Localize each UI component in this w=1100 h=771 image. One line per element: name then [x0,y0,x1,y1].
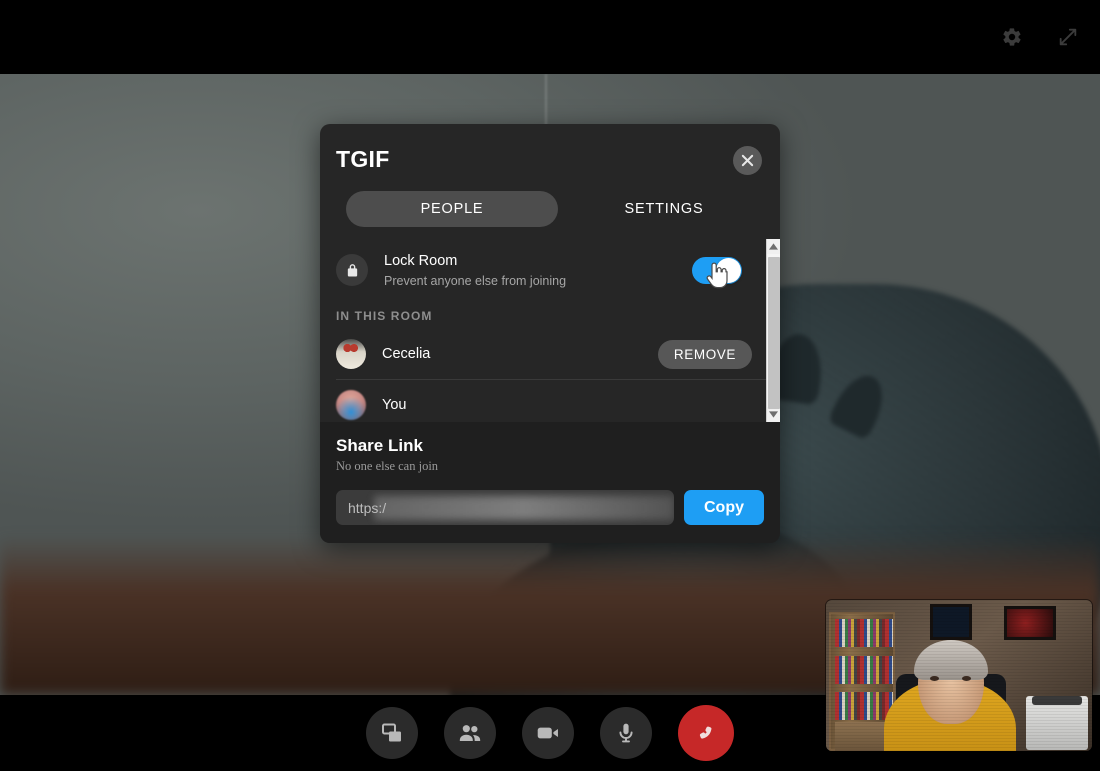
share-url-value: https:/ [348,499,387,516]
wall-picture-frame [1004,606,1056,640]
list-item[interactable]: You [336,379,766,422]
self-view-thumbnail[interactable] [826,600,1092,751]
share-link-section: Share Link No one else can join https:/ … [320,422,780,543]
hangup-icon [699,726,712,739]
remove-button[interactable]: REMOVE [657,339,752,369]
lock-room-title: Lock Room [384,253,458,270]
hangup-button[interactable] [678,705,734,761]
toggle-knob [716,257,741,283]
people-button[interactable] [444,707,496,759]
people-icon [459,725,481,742]
person-name: Cecelia [382,346,431,362]
tab-people[interactable]: PEOPLE [346,191,558,227]
list-item[interactable]: Cecelia REMOVE [336,329,766,379]
person-name: You [382,396,407,413]
room-dialog: TGIF PEOPLE SETTINGS Lock Room Prevent a… [320,124,780,543]
dialog-tabs: PEOPLE SETTINGS [346,191,770,227]
settings-gear-icon[interactable] [992,17,1032,57]
tab-settings[interactable]: SETTINGS [558,191,770,227]
copy-button[interactable]: Copy [684,490,764,525]
share-link-subtitle: No one else can join [336,459,439,473]
in-this-room-label: IN THIS ROOM [336,309,433,323]
people-scroll-area: Lock Room Prevent anyone else from joini… [320,239,780,422]
avatar [336,339,366,369]
lock-room-subtitle: Prevent anyone else from joining [384,273,567,288]
people-list-container: Lock Room Prevent anyone else from joini… [320,239,766,422]
lock-icon [336,254,368,286]
avatar [336,389,366,420]
camera-button[interactable] [522,707,574,759]
page-title: TGIF [336,146,390,172]
microphone-icon [619,723,633,743]
wall-picture-frame [930,604,972,640]
fullscreen-expand-icon[interactable] [1048,17,1088,57]
scrollbar-thumb[interactable] [768,257,780,409]
lock-room-row[interactable]: Lock Room Prevent anyone else from joini… [336,239,766,301]
microphone-button[interactable] [600,707,652,759]
scroll-up-arrow-icon[interactable] [766,239,780,254]
scroll-down-arrow-icon[interactable] [766,407,780,422]
dialog-header: TGIF [320,124,780,175]
screen-share-icon [382,723,401,742]
share-url-redacted-overlay [374,496,674,520]
share-link-title: Share Link [336,436,423,455]
video-call-app: TGIF PEOPLE SETTINGS Lock Room Prevent a… [0,0,1100,771]
scrollbar-track[interactable] [767,254,780,409]
camera-icon [537,727,558,739]
screen-share-button[interactable] [366,707,418,759]
share-url-input[interactable]: https:/ [336,490,674,525]
top-bar [0,0,1100,74]
close-icon[interactable] [733,146,762,175]
scrollbar[interactable] [766,239,780,422]
lock-room-toggle[interactable] [692,256,742,284]
